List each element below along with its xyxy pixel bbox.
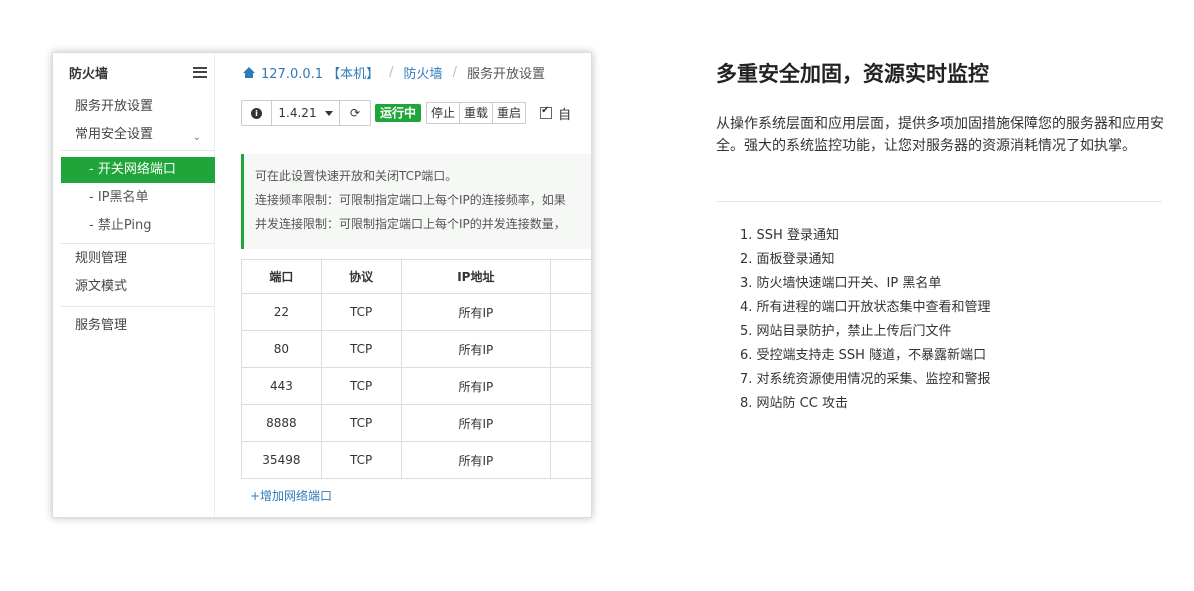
breadcrumb-host[interactable]: 127.0.0.1 【本机】: [261, 63, 379, 82]
feature-description: 从操作系统层面和应用层面，提供多项加固措施保障您的服务器和应用安全。强大的系统监…: [716, 116, 1164, 154]
feature-heading: 多重安全加固，资源实时监控: [716, 62, 989, 86]
protocol-cell: TCP: [322, 405, 402, 441]
breadcrumb-current: 服务开放设置: [466, 67, 545, 82]
version-group: i 1.4.21 ⟳: [241, 100, 371, 126]
list-item: 4. 所有进程的端口开放状态集中查看和管理: [740, 300, 991, 315]
sidebar-item-network-port[interactable]: - 开关网络端口: [61, 157, 215, 183]
sidebar-item-source-mode[interactable]: 源文模式: [53, 277, 215, 297]
column-header-port[interactable]: 端口: [242, 260, 322, 293]
add-port-link[interactable]: +增加网络端口: [250, 487, 332, 504]
notice-line: 并发连接限制：可限制指定端口上每个IP的并发连接数量，: [255, 217, 566, 231]
list-item: 7. 对系统资源使用情况的采集、监控和警报: [740, 372, 991, 387]
table-header-row: 端口 协议 IP地址: [242, 259, 591, 294]
sidebar-divider: [61, 243, 215, 244]
auto-start-label: 自: [558, 107, 572, 123]
sidebar-header: 防火墙: [53, 53, 215, 91]
refresh-icon: ⟳: [349, 106, 361, 120]
sidebar-title: 防火墙: [69, 66, 109, 82]
version-select[interactable]: 1.4.21: [272, 101, 340, 125]
screenshot-frame: 防火墙 服务开放设置 常用安全设置 ⌄ - 开关网络端口 - IP黑名单 - 禁…: [52, 52, 592, 518]
ip-cell: 所有IP: [402, 331, 552, 367]
extra-cell: [551, 294, 591, 330]
port-cell: 8888: [242, 405, 322, 441]
extra-cell: [551, 331, 591, 367]
protocol-cell: TCP: [322, 331, 402, 367]
ip-cell: 所有IP: [402, 405, 552, 441]
stop-button[interactable]: 停止: [427, 103, 461, 123]
status-badge: 运行中: [375, 104, 422, 122]
sidebar-item-label: 常用安全设置: [75, 127, 154, 142]
extra-cell: [551, 368, 591, 404]
list-item: 5. 网站目录防护，禁止上传后门文件: [740, 324, 952, 339]
breadcrumb-section[interactable]: 防火墙: [404, 63, 443, 82]
breadcrumb: 127.0.0.1 【本机】 / 防火墙 / 服务开放设置: [243, 63, 545, 82]
sidebar: 防火墙 服务开放设置 常用安全设置 ⌄ - 开关网络端口 - IP黑名单 - 禁…: [53, 53, 215, 517]
info-icon: i: [251, 107, 262, 119]
table-row: 443 TCP 所有IP: [242, 368, 591, 405]
column-header-protocol[interactable]: 协议: [322, 260, 402, 293]
column-header-ip[interactable]: IP地址: [402, 260, 552, 293]
refresh-button[interactable]: ⟳: [340, 101, 370, 125]
divider: [716, 201, 1162, 202]
sidebar-item-disable-ping[interactable]: - 禁止Ping: [53, 216, 215, 236]
sidebar-item-service-manage[interactable]: 服务管理: [53, 316, 215, 336]
port-cell: 443: [242, 368, 322, 404]
column-header-extra: [551, 260, 591, 293]
protocol-cell: TCP: [322, 442, 402, 478]
home-icon[interactable]: [243, 67, 255, 78]
notice-line: 可在此设置快速开放和关闭TCP端口。: [255, 169, 458, 183]
hamburger-menu-icon[interactable]: [193, 66, 207, 78]
ip-cell: 所有IP: [402, 368, 552, 404]
sidebar-divider: [61, 306, 215, 307]
extra-cell: [551, 442, 591, 478]
auto-start-checkbox[interactable]: [540, 105, 553, 119]
list-item: 6. 受控端支持走 SSH 隧道，不暴露新端口: [740, 348, 987, 363]
table-row: 8888 TCP 所有IP: [242, 405, 591, 442]
port-cell: 35498: [242, 442, 322, 478]
port-table: 端口 协议 IP地址 22 TCP 所有IP 80 TCP 所有IP 443 T…: [241, 259, 591, 479]
sidebar-divider: [61, 150, 215, 151]
info-notice: 可在此设置快速开放和关闭TCP端口。 连接频率限制：可限制指定端口上每个IP的连…: [241, 154, 591, 249]
table-row: 80 TCP 所有IP: [242, 331, 591, 368]
ip-cell: 所有IP: [402, 442, 552, 478]
list-item: 2. 面板登录通知: [740, 252, 835, 267]
sidebar-item-security-settings[interactable]: 常用安全设置 ⌄: [53, 125, 215, 145]
reload-button[interactable]: 重载: [460, 103, 494, 123]
chevron-down-icon: ⌄: [192, 132, 201, 143]
service-buttons: 停止 重载 重启: [426, 102, 527, 124]
ip-cell: 所有IP: [402, 294, 552, 330]
version-value: 1.4.21: [278, 106, 317, 120]
info-button[interactable]: i: [242, 101, 272, 125]
notice-line: 连接频率限制：可限制指定端口上每个IP的连接频率，如果: [255, 193, 566, 207]
breadcrumb-separator: /: [452, 65, 457, 80]
list-item: 1. SSH 登录通知: [740, 228, 839, 243]
breadcrumb-separator: /: [389, 65, 394, 80]
table-row: 22 TCP 所有IP: [242, 294, 591, 331]
port-cell: 80: [242, 331, 322, 367]
sidebar-item-ip-blacklist[interactable]: - IP黑名单: [53, 188, 215, 208]
restart-button[interactable]: 重启: [493, 103, 525, 123]
protocol-cell: TCP: [322, 294, 402, 330]
protocol-cell: TCP: [322, 368, 402, 404]
caret-down-icon: [324, 110, 333, 116]
sidebar-item-rules[interactable]: 规则管理: [53, 249, 215, 269]
list-item: 8. 网站防 CC 攻击: [740, 396, 848, 411]
extra-cell: [551, 405, 591, 441]
table-row: 35498 TCP 所有IP: [242, 442, 591, 479]
list-item: 3. 防火墙快速端口开关、IP 黑名单: [740, 276, 942, 291]
feature-list: 1. SSH 登录通知 2. 面板登录通知 3. 防火墙快速端口开关、IP 黑名…: [740, 224, 991, 416]
toolbar: i 1.4.21 ⟳ 运行中 停止 重载 重启 自: [241, 100, 571, 126]
sidebar-item-service-open[interactable]: 服务开放设置: [53, 97, 215, 117]
port-cell: 22: [242, 294, 322, 330]
